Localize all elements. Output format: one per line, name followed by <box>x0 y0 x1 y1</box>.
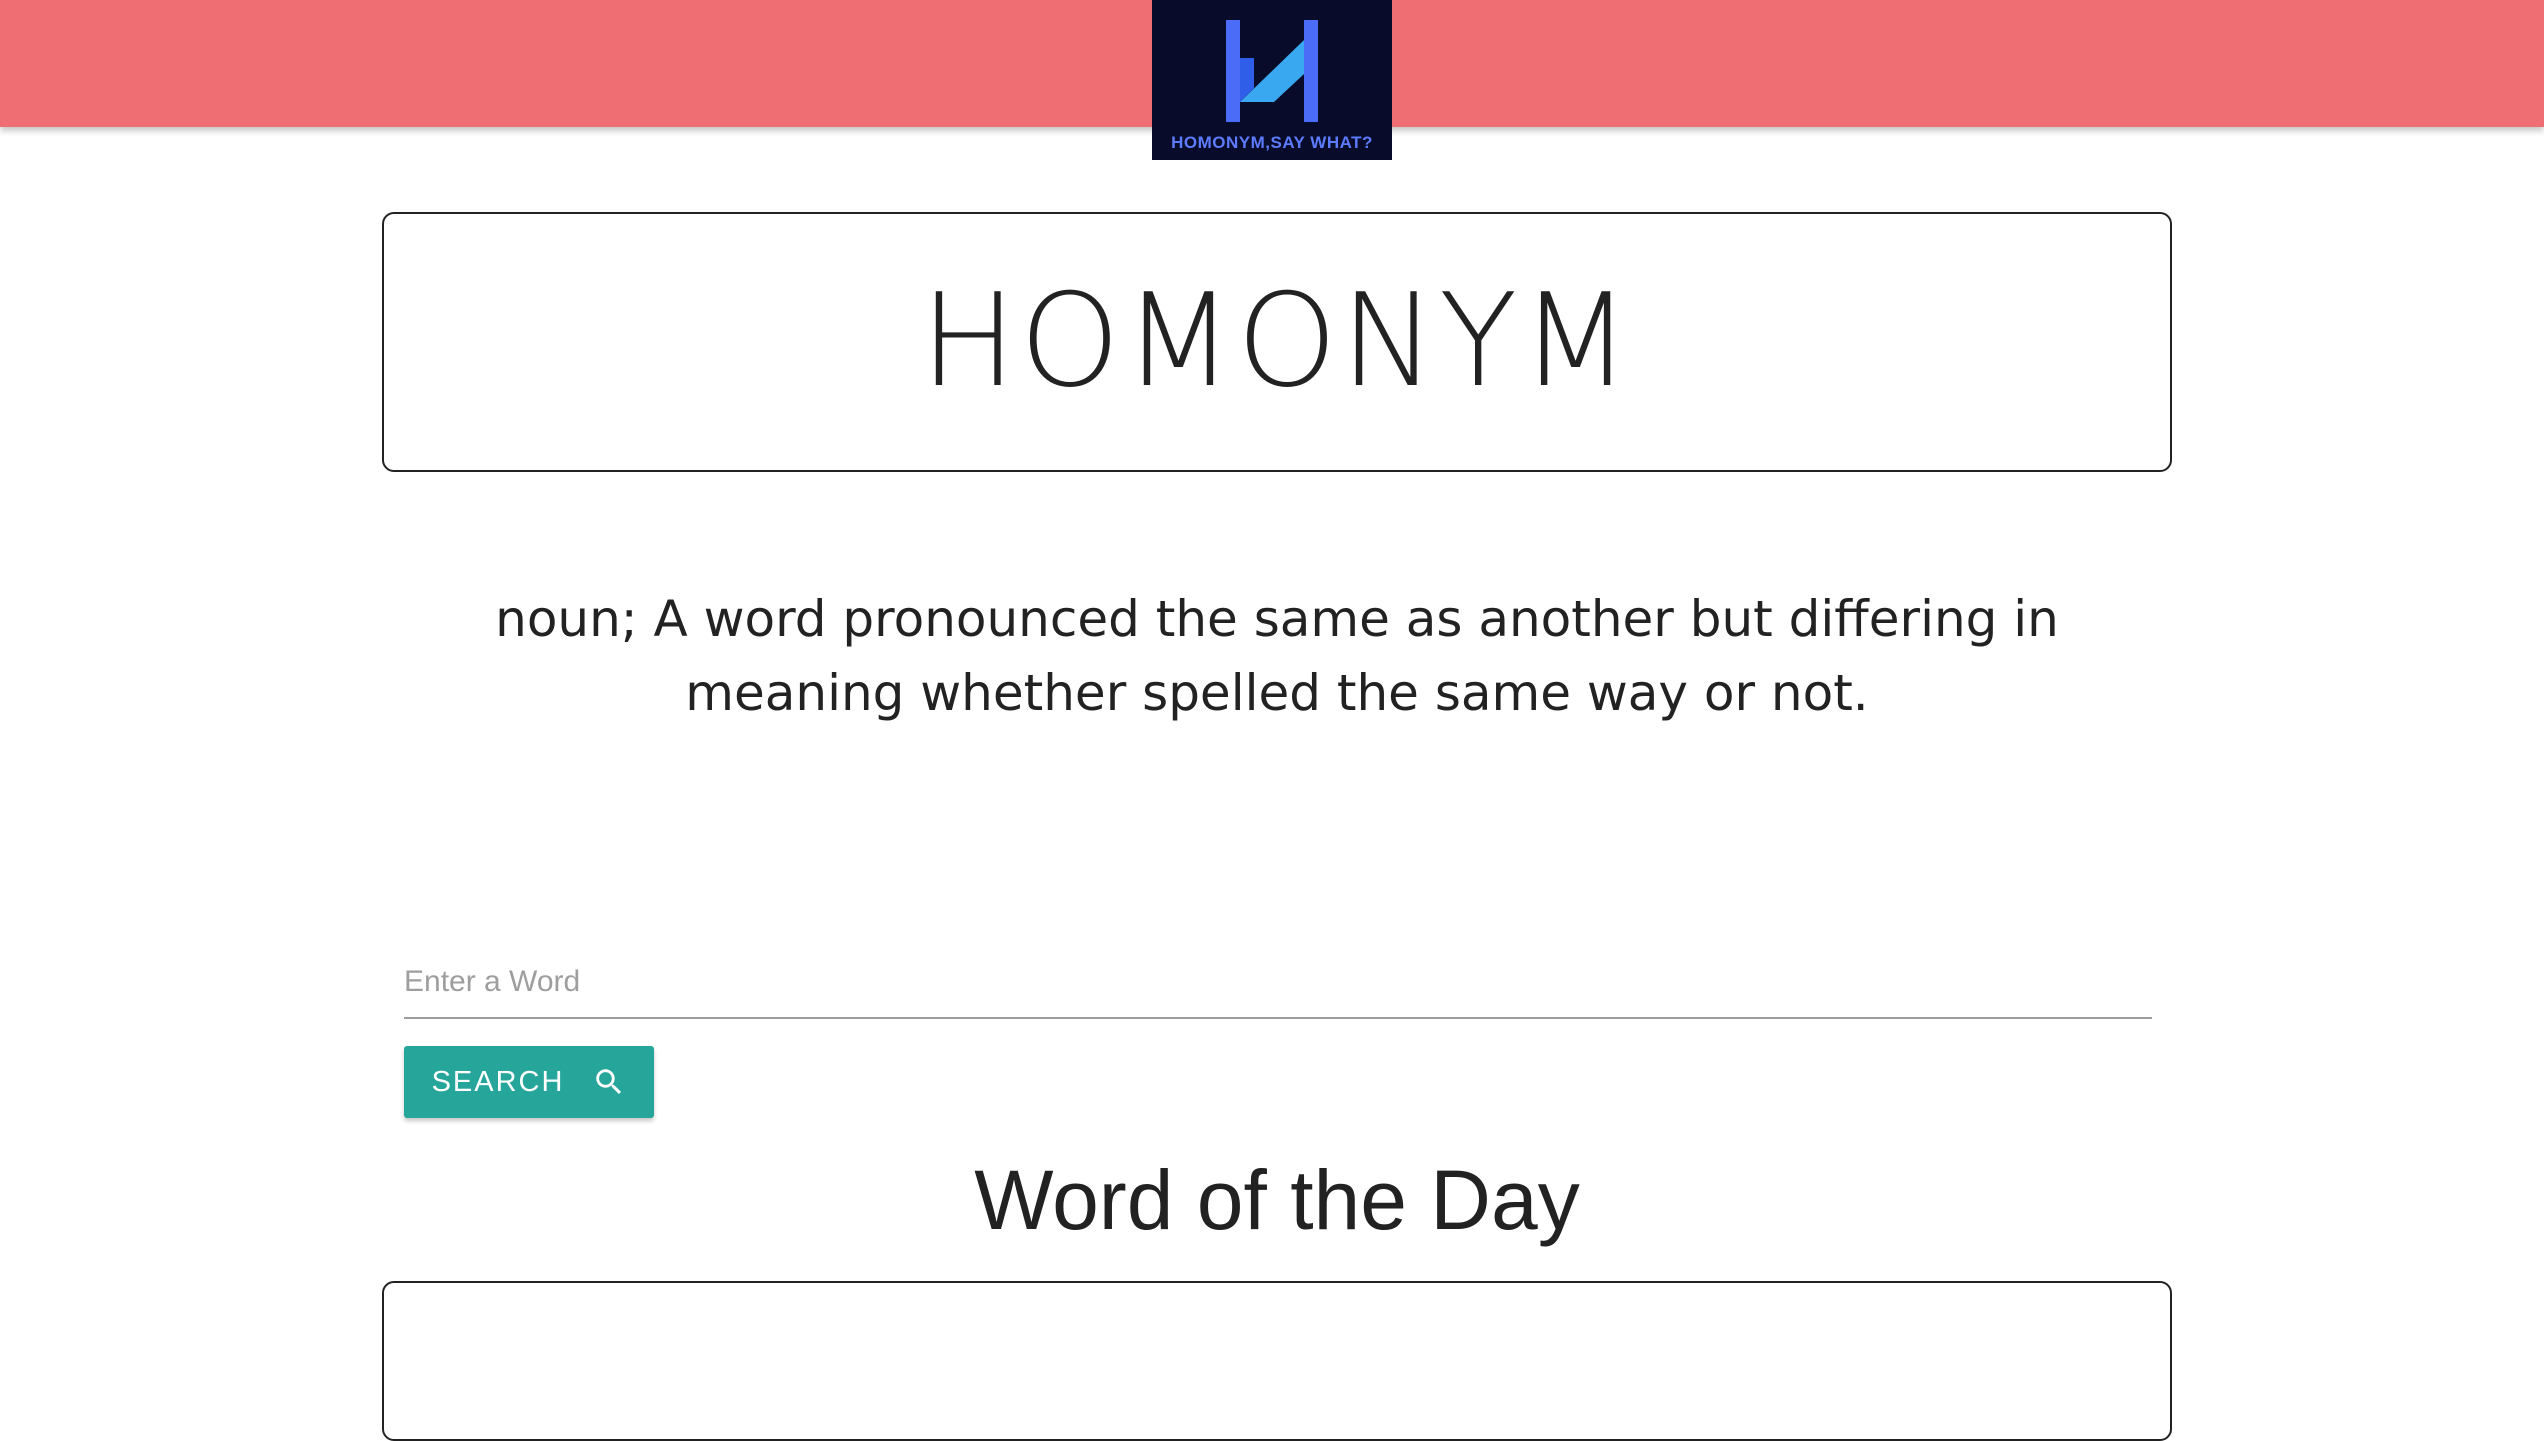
page-title: HOMONYM <box>920 267 1634 416</box>
site-logo[interactable]: HOMONYM,SAY WHAT? <box>1152 0 1392 160</box>
search-button-label: SEARCH <box>431 1065 565 1098</box>
word-of-the-day-heading: Word of the Day <box>974 1153 1580 1247</box>
word-search-input[interactable] <box>404 947 2152 1019</box>
search-icon <box>592 1065 626 1099</box>
title-card: HOMONYM <box>382 212 2172 472</box>
logo-text: HOMONYM,SAY WHAT? <box>1171 133 1373 152</box>
search-button[interactable]: SEARCH <box>404 1046 654 1118</box>
h-monogram-logo-icon <box>1226 20 1318 122</box>
word-of-the-day-card <box>382 1281 2172 1441</box>
definition-text: noun; A word pronounced the same as anot… <box>495 590 2059 722</box>
